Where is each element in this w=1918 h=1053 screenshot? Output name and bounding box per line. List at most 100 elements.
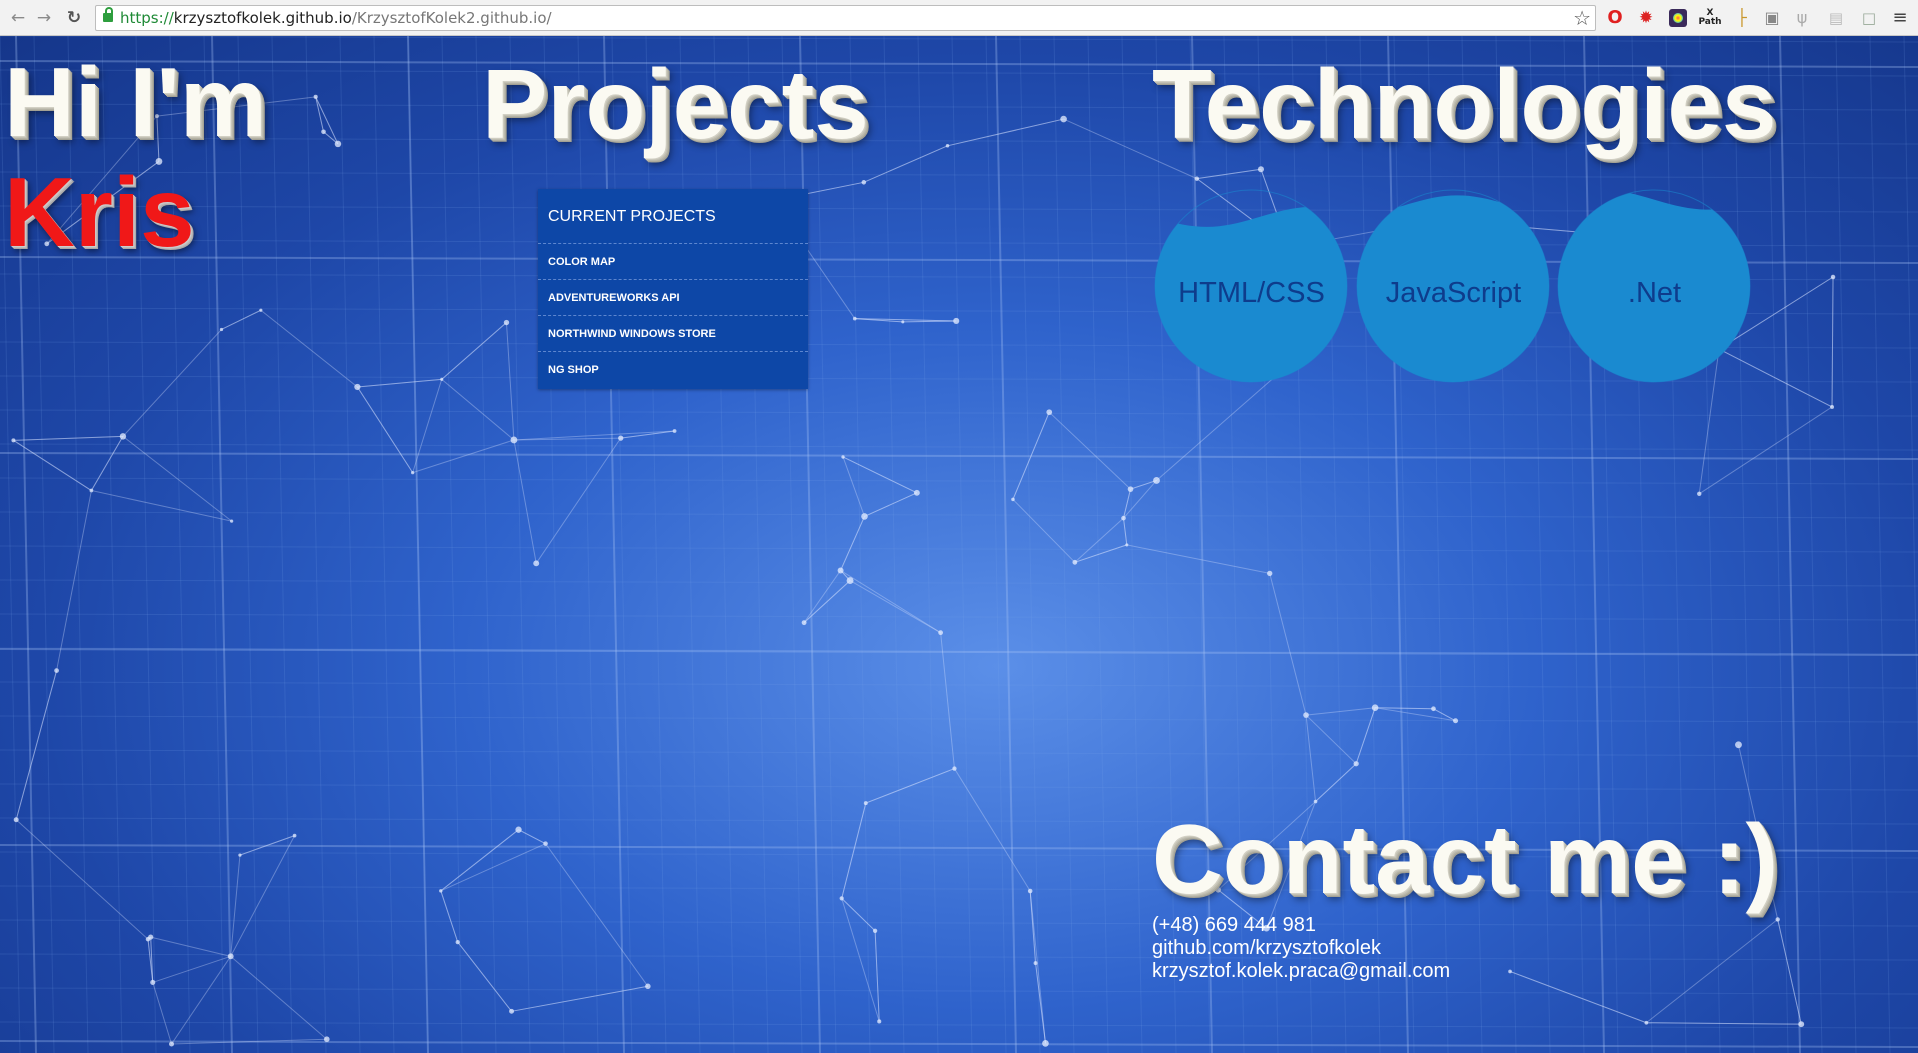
opera-extension-icon[interactable]: O <box>1605 8 1625 28</box>
projects-panel: CURRENT PROJECTS COLOR MAP ADVENTUREWORK… <box>538 189 808 389</box>
grid-line <box>0 1021 1918 1029</box>
network-node <box>238 853 242 857</box>
grid-line <box>1903 36 1918 774</box>
grid-line <box>874 930 880 1022</box>
grid-line <box>0 171 1918 179</box>
grid-line <box>1305 707 1376 716</box>
network-node <box>169 1041 175 1047</box>
grid-line <box>1315 763 1357 802</box>
grid-line <box>13 435 123 441</box>
grid-line <box>221 309 262 330</box>
network-node <box>945 144 950 148</box>
tech-label: .Net <box>1627 276 1682 309</box>
grid-line <box>0 783 1918 791</box>
network-node <box>901 320 905 324</box>
grid-line <box>1646 919 1779 1024</box>
star-icon[interactable]: ☆ <box>1573 7 1591 29</box>
network-node <box>533 560 540 567</box>
grid-line <box>237 36 259 1053</box>
grid-line <box>1305 714 1357 765</box>
tech-bubble-javascript[interactable]: JavaScript <box>1355 183 1552 388</box>
grid-line <box>1269 573 1307 716</box>
tech-label: JavaScript <box>1385 276 1522 309</box>
network-node <box>1371 704 1379 711</box>
network-node <box>313 94 318 99</box>
hamburger-menu-icon[interactable]: ≡ <box>1890 8 1910 28</box>
address-url[interactable]: https://krzysztofkolek.github.io/Krzyszt… <box>120 10 552 27</box>
page-extension-icon[interactable]: □ <box>1859 8 1879 28</box>
grid-line <box>513 439 537 564</box>
grid-line <box>951 36 973 1053</box>
grid-line <box>356 386 414 473</box>
grid-line <box>412 379 443 473</box>
project-link-ng-shop[interactable]: NG SHOP <box>538 352 808 388</box>
grid-line <box>1698 406 1833 495</box>
name-heading: Kris <box>4 157 195 267</box>
grid-line <box>1375 707 1434 710</box>
project-link-northwind-windows-store[interactable]: NORTHWIND WINDOWS STORE <box>538 316 808 352</box>
address-bar[interactable]: https://krzysztofkolek.github.io/Krzyszt… <box>95 5 1596 31</box>
grid-line <box>518 829 546 845</box>
contact-github-link[interactable]: github.com/krzysztofkolek <box>1152 937 1450 960</box>
contact-heading: Contact me :) <box>1152 804 1779 914</box>
grid-line <box>1355 707 1376 764</box>
grid-line <box>1126 544 1270 574</box>
grid-line <box>315 96 339 145</box>
grid-line <box>91 490 232 522</box>
grid-line <box>150 936 231 957</box>
tech-bubble-dotnet[interactable]: .Net <box>1556 183 1753 388</box>
xpath-extension-icon[interactable]: X Path <box>1698 8 1722 28</box>
document-extension-icon[interactable]: ▤ <box>1826 8 1846 28</box>
network-node <box>1011 497 1015 502</box>
grid-line <box>0 443 1918 451</box>
tech-label: HTML/CSS <box>1178 276 1325 309</box>
grid-line <box>0 919 1918 927</box>
contact-email-link[interactable]: krzysztof.kolek.praca@gmail.com <box>1152 960 1450 983</box>
network-node <box>354 383 361 391</box>
grid-line <box>849 36 871 1053</box>
grid-line <box>457 941 512 1012</box>
grid-line <box>865 768 955 804</box>
grid-line <box>441 36 463 1053</box>
grid-line <box>0 545 1918 553</box>
grid-line <box>407 36 429 1053</box>
browser-toolbar: ← → ↻ https://krzysztofkolek.github.io/K… <box>0 0 1918 36</box>
pin-extension-icon[interactable]: ├ <box>1732 8 1752 28</box>
grid-line <box>0 953 1918 961</box>
grid-line <box>1196 168 1262 180</box>
grid-line <box>1646 1022 1802 1025</box>
grid-line <box>0 987 1918 995</box>
network-node <box>145 936 151 942</box>
grid-line <box>230 955 328 1040</box>
grid-line <box>985 36 1007 1053</box>
network-node <box>1194 176 1200 181</box>
network-node <box>1508 969 1512 974</box>
grid-line <box>840 570 941 634</box>
grid-line <box>0 681 1918 689</box>
grid-line <box>305 36 327 1053</box>
project-link-adventureworks-api[interactable]: ADVENTUREWORKS API <box>538 280 808 316</box>
color-picker-extension-icon[interactable] <box>1669 9 1687 27</box>
grid-line <box>315 96 325 132</box>
reload-icon[interactable]: ↻ <box>64 8 84 28</box>
bug-extension-icon[interactable]: ✹ <box>1636 8 1656 28</box>
grid-line <box>0 648 1918 656</box>
grid-line <box>505 322 515 440</box>
url-path: /KrzysztofKolek2.github.io/ <box>351 9 552 27</box>
grid-line <box>440 829 519 892</box>
grid-line <box>1029 890 1046 1044</box>
fork-extension-icon[interactable]: ψ <box>1792 8 1812 28</box>
forward-arrow-icon[interactable]: → <box>34 8 54 28</box>
tech-bubble-html-css[interactable]: HTML/CSS <box>1153 183 1350 388</box>
grid-line <box>0 511 1918 519</box>
grid-line <box>902 320 957 323</box>
project-link-color-map[interactable]: COLOR MAP <box>538 244 808 280</box>
window-extension-icon[interactable]: ▣ <box>1762 8 1782 28</box>
grid-line <box>840 516 865 571</box>
xpath-bottom-label: Path <box>1698 17 1722 27</box>
back-arrow-icon[interactable]: ← <box>8 8 28 28</box>
grid-line <box>1019 36 1041 1053</box>
grid-line <box>15 670 58 820</box>
grid-line <box>441 378 515 441</box>
contact-phone[interactable]: (+48) 669 444 981 <box>1152 914 1450 937</box>
